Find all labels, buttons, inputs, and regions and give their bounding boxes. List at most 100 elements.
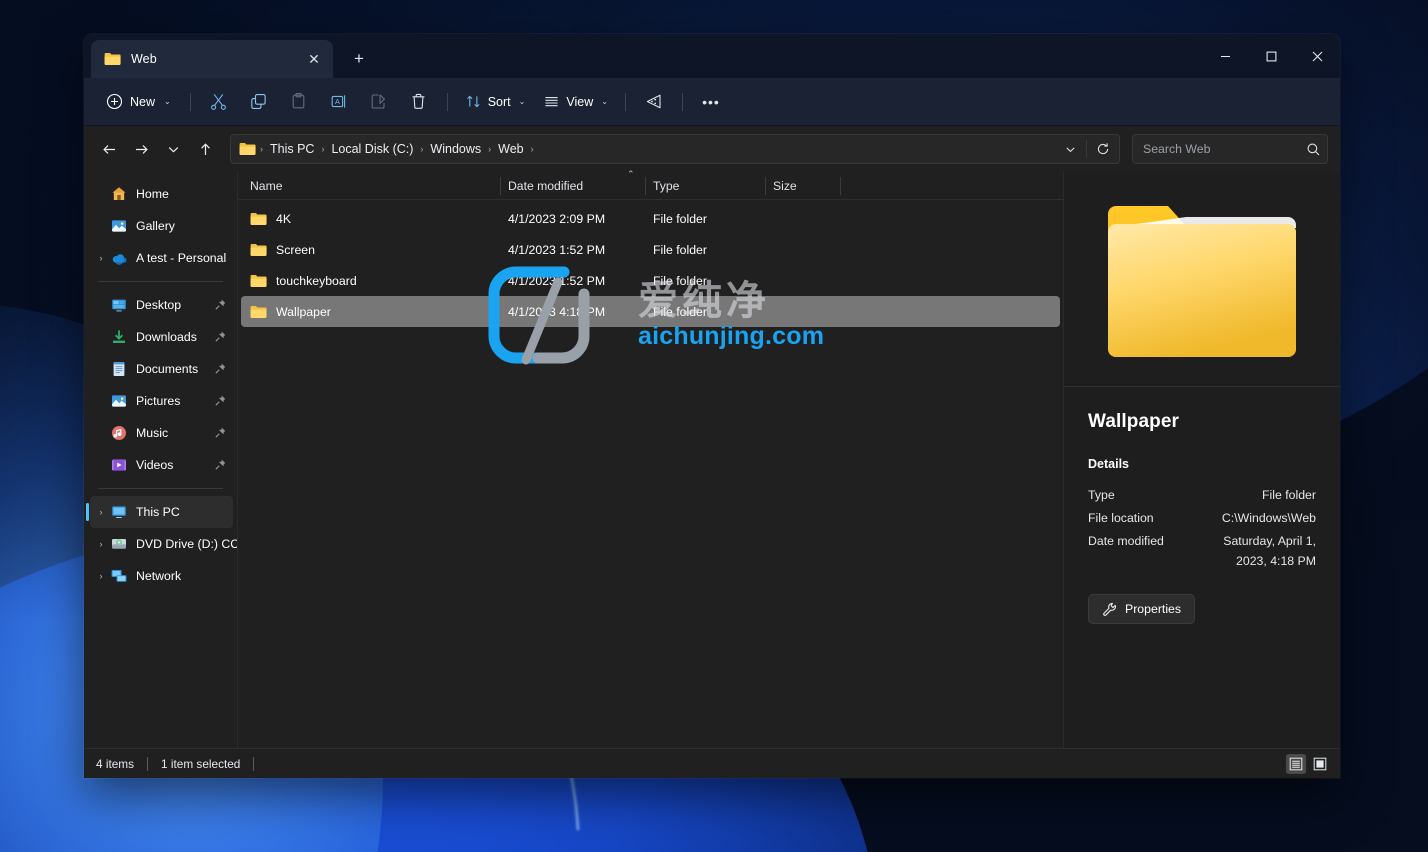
table-row[interactable]: Wallpaper 4/1/2023 4:18 PM File folder	[241, 296, 1060, 327]
pin-icon[interactable]	[214, 394, 227, 407]
breadcrumb-item-web[interactable]: Web	[492, 139, 529, 159]
folder-preview-icon	[1102, 198, 1302, 361]
sidebar-item-label: Videos	[136, 458, 173, 472]
sidebar-item-this-pc[interactable]: › This PC	[90, 496, 233, 528]
chevron-down-icon	[1064, 143, 1077, 156]
column-header-name[interactable]: Name	[250, 172, 500, 200]
sort-button[interactable]: Sort ⌄	[457, 86, 534, 118]
chevron-right-icon[interactable]: ›	[92, 508, 110, 517]
sidebar-item-pictures[interactable]: Pictures	[90, 385, 233, 417]
table-row[interactable]: touchkeyboard 4/1/2023 1:52 PM File fold…	[241, 265, 1060, 296]
column-header-type[interactable]: Type	[645, 172, 765, 200]
share-icon	[369, 92, 388, 111]
search-box[interactable]	[1132, 134, 1328, 164]
toolbar-divider	[190, 93, 191, 111]
detail-value: Saturday, April 1, 2023, 4:18 PM	[1196, 531, 1316, 571]
svg-text:A: A	[335, 97, 340, 106]
large-icons-view-button[interactable]	[1310, 754, 1330, 774]
sidebar-item-videos[interactable]: Videos	[90, 449, 233, 481]
filter-button[interactable]	[635, 86, 673, 118]
close-button[interactable]	[1294, 34, 1340, 78]
copy-button[interactable]	[240, 86, 278, 118]
sidebar-item-gallery[interactable]: Gallery	[90, 210, 233, 242]
breadcrumb-item-this-pc[interactable]: This PC	[264, 139, 320, 159]
cut-button[interactable]	[200, 86, 238, 118]
breadcrumb-item-windows[interactable]: Windows	[424, 139, 487, 159]
view-button[interactable]: View ⌄	[535, 86, 616, 118]
pin-icon[interactable]	[214, 298, 227, 311]
file-name-cell: Wallpaper	[250, 305, 500, 319]
filter-icon	[644, 92, 663, 111]
file-name-text: Screen	[276, 243, 315, 257]
folder-icon	[104, 52, 121, 66]
new-button[interactable]: New ⌄	[98, 86, 181, 118]
sidebar-item-onedrive[interactable]: › A test - Personal	[90, 242, 233, 274]
refresh-button[interactable]	[1089, 136, 1117, 162]
search-input[interactable]	[1143, 142, 1306, 156]
chevron-right-icon[interactable]: ›	[92, 572, 110, 581]
properties-button-label: Properties	[1125, 602, 1181, 616]
status-divider-2	[253, 757, 254, 771]
sidebar-item-documents[interactable]: Documents	[90, 353, 233, 385]
back-button[interactable]	[94, 134, 124, 164]
file-date-cell: 4/1/2023 2:09 PM	[500, 212, 645, 226]
paste-button[interactable]	[280, 86, 318, 118]
chevron-right-icon[interactable]: ›	[92, 540, 110, 549]
sidebar-item-dvd-drive[interactable]: › DVD Drive (D:) CCC	[90, 528, 233, 560]
pc-icon	[110, 503, 128, 521]
forward-button[interactable]	[126, 134, 156, 164]
search-icon[interactable]	[1306, 142, 1321, 157]
details-pane: Wallpaper Details Type File folder File …	[1063, 172, 1340, 748]
pin-icon[interactable]	[214, 426, 227, 439]
window-controls	[1202, 34, 1340, 78]
file-type-cell: File folder	[645, 212, 765, 226]
details-view-button[interactable]	[1286, 754, 1306, 774]
sidebar-item-music[interactable]: Music	[90, 417, 233, 449]
tab-web[interactable]: Web ✕	[91, 40, 333, 78]
detail-row-type: Type File folder	[1088, 485, 1316, 505]
share-button[interactable]	[360, 86, 398, 118]
view-toggle-group	[1286, 754, 1330, 774]
pin-icon[interactable]	[214, 330, 227, 343]
sidebar-item-home[interactable]: Home	[90, 178, 233, 210]
sidebar-item-label: Desktop	[136, 298, 181, 312]
sidebar-item-label: Downloads	[136, 330, 197, 344]
sidebar-item-label: A test - Personal	[136, 251, 226, 265]
chevron-right-icon[interactable]: ›	[92, 254, 110, 263]
maximize-icon	[1266, 51, 1277, 62]
up-button[interactable]	[190, 134, 220, 164]
sidebar-item-downloads[interactable]: Downloads	[90, 321, 233, 353]
column-header-date-modified[interactable]: Date modified	[500, 172, 645, 200]
details-title: Wallpaper	[1088, 411, 1316, 433]
folder-icon	[250, 274, 267, 288]
sort-icon	[465, 93, 482, 110]
breadcrumb-item-local-disk[interactable]: Local Disk (C:)	[325, 139, 419, 159]
properties-button[interactable]: Properties	[1088, 594, 1195, 624]
address-bar-actions	[1056, 136, 1117, 162]
address-dropdown-button[interactable]	[1056, 136, 1084, 162]
new-tab-button[interactable]: +	[343, 43, 375, 75]
file-date-cell: 4/1/2023 1:52 PM	[500, 243, 645, 257]
column-header-size[interactable]: Size	[765, 172, 840, 200]
close-icon[interactable]: ✕	[301, 46, 327, 72]
sidebar-item-desktop[interactable]: Desktop	[90, 289, 233, 321]
address-bar[interactable]: › This PC › Local Disk (C:) › Windows › …	[230, 134, 1120, 164]
delete-button[interactable]	[400, 86, 438, 118]
pin-icon[interactable]	[214, 458, 227, 471]
minimize-button[interactable]	[1202, 34, 1248, 78]
pin-icon[interactable]	[214, 362, 227, 375]
pictures-icon	[110, 392, 128, 410]
table-row[interactable]: 4K 4/1/2023 2:09 PM File folder	[241, 203, 1060, 234]
maximize-button[interactable]	[1248, 34, 1294, 78]
close-icon	[1312, 51, 1323, 62]
new-button-label: New	[130, 95, 155, 109]
more-options-button[interactable]: •••	[692, 86, 730, 118]
file-name-cell: touchkeyboard	[250, 274, 500, 288]
detail-row-date-modified: Date modified Saturday, April 1, 2023, 4…	[1088, 531, 1316, 571]
table-row[interactable]: Screen 4/1/2023 1:52 PM File folder	[241, 234, 1060, 265]
recent-locations-button[interactable]	[158, 134, 188, 164]
sidebar-item-label: Network	[136, 569, 181, 583]
sidebar-item-network[interactable]: › Network	[90, 560, 233, 592]
rename-button[interactable]: A	[320, 86, 358, 118]
file-explorer-window: Web ✕ +	[84, 34, 1340, 778]
